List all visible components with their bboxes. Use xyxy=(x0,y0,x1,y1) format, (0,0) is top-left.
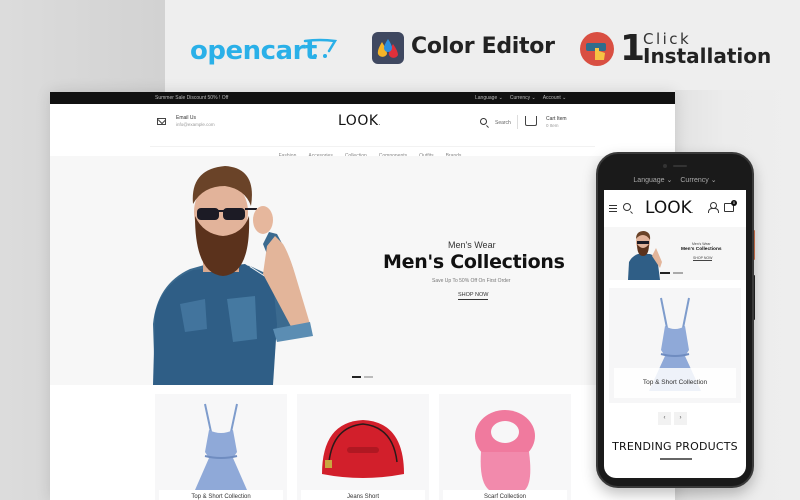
logo-text: LOOK xyxy=(338,113,379,129)
promo-text: Summer Sale Discount 50% ! Off xyxy=(155,95,229,101)
phone-header: LOOK. 0 xyxy=(604,190,746,227)
email-title: Email Us xyxy=(176,115,197,121)
category-label: Scarf Collection xyxy=(443,490,567,500)
phone-slider-dot-1[interactable] xyxy=(660,272,670,274)
next-arrow-button[interactable]: › xyxy=(674,412,687,425)
phone-speaker xyxy=(673,165,687,167)
section-title: TRENDING PRODUCTS xyxy=(612,440,738,453)
hero-subtitle: Men's Wear xyxy=(448,240,496,250)
phone-category-card[interactable]: Top & Short Collection xyxy=(609,288,741,403)
cart-icon[interactable] xyxy=(525,116,537,126)
phone-topbar: Language ⌄ Currency ⌄ xyxy=(598,176,752,184)
email-value[interactable]: info@example.com xyxy=(176,122,215,127)
hero-model-image xyxy=(153,166,313,385)
topbar-links: Language ⌄ Currency ⌄ Account ⌄ xyxy=(475,95,566,101)
one-click-install-icon xyxy=(580,32,614,66)
shop-now-link[interactable]: SHOP NOW xyxy=(458,292,489,300)
slider-pagination xyxy=(352,376,373,378)
section-title-underline xyxy=(660,458,692,460)
hero-description: Save Up To 50% Off On First Order xyxy=(432,278,511,284)
category-card[interactable]: Top & Short Collection xyxy=(155,394,287,500)
phone-mockup: Language ⌄ Currency ⌄ LOOK. 0 Men's Wear… xyxy=(596,152,754,488)
handbag-image xyxy=(322,420,404,478)
phone-category-label: Top & Short Collection xyxy=(614,368,736,398)
header-divider xyxy=(517,115,518,129)
phone-hero-subtitle: Men's Wear xyxy=(692,242,711,246)
category-label: Top & Short Collection xyxy=(159,490,283,500)
dress-image xyxy=(195,403,247,490)
search-icon[interactable] xyxy=(480,118,487,125)
phone-screen: LOOK. 0 Men's Wear Men's Collections SHO… xyxy=(604,190,746,478)
slider-dot-2[interactable] xyxy=(364,376,373,378)
search-label[interactable]: Search xyxy=(495,120,511,126)
hero-slider: Men's Wear Men's Collections Save Up To … xyxy=(50,156,675,385)
hero-title: Men's Collections xyxy=(383,251,565,273)
category-label: Jeans Short xyxy=(301,490,425,500)
opencart-logo: opencart xyxy=(190,36,317,66)
prev-arrow-button[interactable]: ‹ xyxy=(658,412,671,425)
install-label: Installation xyxy=(643,44,772,68)
phone-hero-model-image xyxy=(628,231,662,280)
phone-hero-title: Men's Collections xyxy=(681,247,722,252)
scarf-image xyxy=(475,410,535,490)
mail-icon xyxy=(157,118,166,125)
opencart-cart-icon xyxy=(303,38,337,58)
user-icon[interactable] xyxy=(708,202,719,213)
phone-language-dropdown[interactable]: Language ⌄ xyxy=(633,176,672,184)
hamburger-menu-icon[interactable] xyxy=(609,205,617,212)
category-card[interactable]: Scarf Collection xyxy=(439,394,571,500)
slider-dot-1[interactable] xyxy=(352,376,361,378)
phone-slider-dot-2[interactable] xyxy=(673,272,683,274)
site-logo[interactable]: LOOK. xyxy=(338,113,381,129)
logo-text: LOOK xyxy=(645,198,692,218)
phone-site-logo[interactable]: LOOK. xyxy=(645,198,694,218)
feature-banner: opencart Color Editor 1 Click Installati… xyxy=(0,28,800,73)
language-dropdown[interactable]: Language ⌄ xyxy=(475,95,503,101)
phone-slider-pagination xyxy=(660,272,683,274)
color-editor-label: Color Editor xyxy=(411,34,555,59)
cart-count: 0 Item xyxy=(546,123,559,128)
desktop-mockup: Summer Sale Discount 50% ! Off Language … xyxy=(50,92,675,500)
phone-hero-slider: Men's Wear Men's Collections SHOP NOW xyxy=(604,227,746,280)
color-editor-icon xyxy=(372,32,404,64)
phone-camera xyxy=(663,164,667,168)
desktop-header: Email Us info@example.com LOOK. Search C… xyxy=(150,104,595,147)
search-icon[interactable] xyxy=(623,203,631,211)
cart-title[interactable]: Cart Item xyxy=(546,116,567,122)
desktop-topbar: Summer Sale Discount 50% ! Off Language … xyxy=(50,92,675,104)
category-grid: Top & Short Collection Jeans Short Scarf… xyxy=(155,394,571,500)
currency-dropdown[interactable]: Currency ⌄ xyxy=(510,95,536,101)
category-card[interactable]: Jeans Short xyxy=(297,394,429,500)
logo-dot: . xyxy=(378,120,381,127)
cart-badge: 0 xyxy=(731,200,737,206)
install-number: 1 xyxy=(620,28,646,69)
account-dropdown[interactable]: Account ⌄ xyxy=(543,95,567,101)
phone-shop-now-link[interactable]: SHOP NOW xyxy=(693,256,713,261)
phone-currency-dropdown[interactable]: Currency ⌄ xyxy=(680,176,716,184)
carousel-controls: ‹ › xyxy=(658,412,687,425)
logo-dot: . xyxy=(691,208,694,215)
